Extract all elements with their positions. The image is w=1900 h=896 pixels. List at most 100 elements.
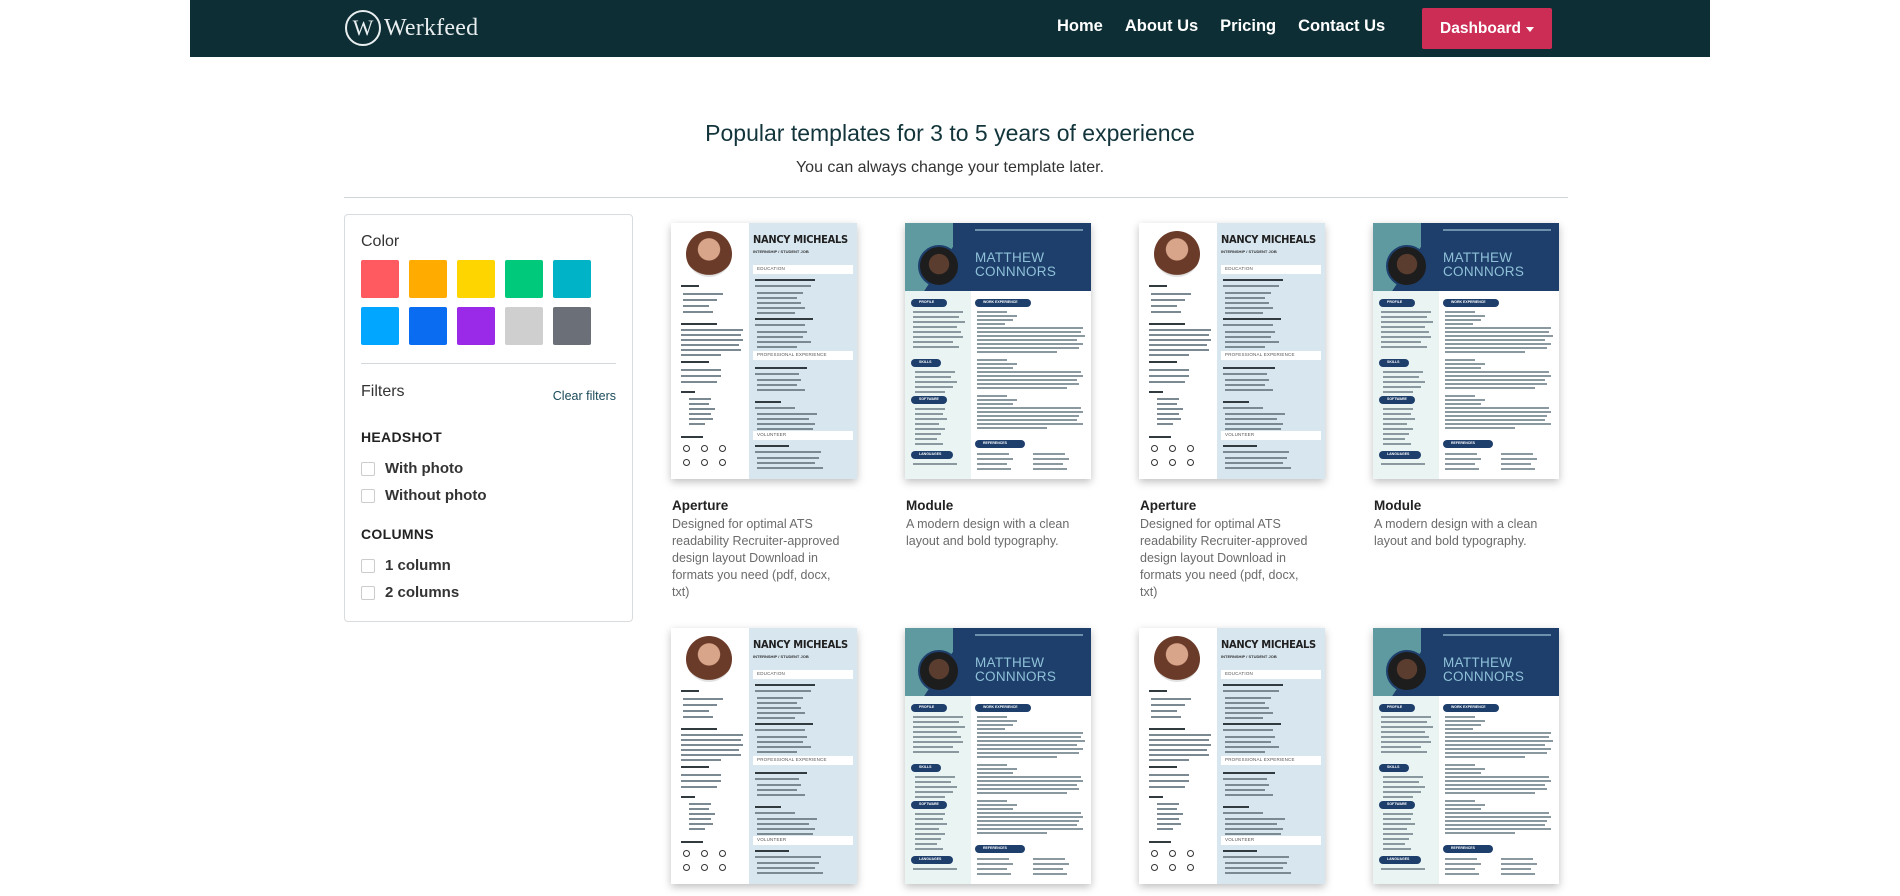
- text-line: [1445, 858, 1477, 860]
- template-thumbnail[interactable]: NANCY MICHEALS INTERNSHIP / STUDENT JOB …: [671, 223, 857, 479]
- template-thumbnail[interactable]: NANCY MICHEALS INTERNSHIP / STUDENT JOB …: [1139, 628, 1325, 884]
- hobby-icon: [719, 864, 726, 871]
- text-line: [683, 704, 717, 706]
- text-line: [915, 418, 947, 420]
- hobby-icon: [701, 445, 708, 452]
- filter-with-photo[interactable]: With photo: [361, 460, 463, 477]
- text-line: [755, 812, 795, 814]
- hobby-icon: [701, 850, 708, 857]
- text-line: [1149, 323, 1185, 325]
- text-line: [1445, 832, 1515, 834]
- text-line: [681, 739, 741, 741]
- text-line: [757, 331, 807, 333]
- resume-section-title: SKILLS: [1387, 765, 1400, 769]
- template-name[interactable]: Module: [906, 498, 953, 513]
- text-line: [757, 741, 803, 743]
- text-line: [1149, 381, 1185, 383]
- checkbox[interactable]: [361, 585, 375, 600]
- checkbox[interactable]: [361, 461, 375, 476]
- text-line: [913, 321, 965, 323]
- template-thumbnail[interactable]: MATTHEW CONNNORS PROFILE WORK EXPERIENCE S…: [905, 223, 1091, 479]
- text-line: [977, 367, 1013, 369]
- text-line: [977, 748, 1083, 750]
- hobby-icon: [719, 445, 726, 452]
- color-swatch-red[interactable]: [361, 260, 399, 298]
- text-line: [1445, 873, 1479, 875]
- text-line: [1225, 346, 1265, 348]
- text-line: [915, 791, 953, 793]
- nav-link-home[interactable]: Home: [1057, 17, 1103, 36]
- color-swatch-blue[interactable]: [409, 307, 447, 345]
- text-line: [1381, 463, 1425, 465]
- columns-group-title: COLUMNS: [361, 526, 434, 542]
- logo-text: Werkfeed: [384, 14, 479, 41]
- template-name[interactable]: Aperture: [672, 498, 728, 513]
- color-swatch-teal[interactable]: [553, 260, 591, 298]
- resume-name: NANCY MICHEALS: [753, 638, 848, 651]
- color-swatch-green[interactable]: [505, 260, 543, 298]
- text-line: [977, 863, 1013, 865]
- color-swatch-yellow[interactable]: [457, 260, 495, 298]
- template-thumbnail[interactable]: MATTHEW CONNNORS PROFILE WORK EXPERIENCE S…: [1373, 628, 1559, 884]
- template-description: Designed for optimal ATS readability Rec…: [1140, 517, 1308, 599]
- brand-logo[interactable]: W Werkfeed: [345, 10, 478, 46]
- template-name[interactable]: Aperture: [1140, 498, 1196, 513]
- nav-link-contact-us[interactable]: Contact Us: [1298, 17, 1385, 36]
- text-line: [1225, 784, 1269, 786]
- color-swatch-orange[interactable]: [409, 260, 447, 298]
- color-swatch-light-gray[interactable]: [505, 307, 543, 345]
- text-line: [1149, 749, 1207, 751]
- resume-section-title: LANGUAGES: [1387, 857, 1410, 861]
- text-line: [1225, 746, 1279, 748]
- text-line: [915, 838, 941, 840]
- nav-link-about-us[interactable]: About Us: [1125, 17, 1198, 36]
- text-line: [977, 740, 1085, 742]
- text-line: [977, 335, 1085, 337]
- color-swatch-purple[interactable]: [457, 307, 495, 345]
- checkbox[interactable]: [361, 558, 375, 573]
- filter-2-columns[interactable]: 2 columns: [361, 584, 459, 601]
- text-line: [757, 462, 815, 464]
- color-swatch-light-blue[interactable]: [361, 307, 399, 345]
- template-thumbnail[interactable]: NANCY MICHEALS INTERNSHIP / STUDENT JOB …: [1139, 223, 1325, 479]
- text-line: [1445, 784, 1545, 786]
- resume-section-pill: REFERENCES: [1443, 845, 1493, 853]
- nav-link-pricing[interactable]: Pricing: [1220, 17, 1276, 36]
- filter-1-column[interactable]: 1 column: [361, 557, 451, 574]
- template-thumbnail[interactable]: NANCY MICHEALS INTERNSHIP / STUDENT JOB …: [671, 628, 857, 884]
- text-line: [755, 324, 805, 326]
- text-line: [1381, 316, 1427, 318]
- text-line: [977, 792, 1067, 794]
- text-line: [1223, 772, 1275, 774]
- text-line: [1501, 873, 1535, 875]
- resume-name: MATTHEW CONNNORS: [975, 251, 1056, 279]
- text-line: [755, 285, 811, 287]
- text-line: [977, 468, 1011, 470]
- text-line: [757, 823, 809, 825]
- text-line: [1501, 453, 1533, 455]
- text-line: [1223, 367, 1275, 369]
- resume-section-title: VOLUNTEER: [1225, 837, 1255, 842]
- text-line: [1223, 856, 1289, 858]
- template-name[interactable]: Module: [1374, 498, 1421, 513]
- text-line: [977, 379, 1077, 381]
- checkbox[interactable]: [361, 488, 375, 503]
- resume-last-name: CONNNORS: [1443, 264, 1525, 279]
- text-line: [757, 746, 811, 748]
- dashboard-label: Dashboard: [1440, 19, 1521, 37]
- text-line: [1151, 293, 1191, 295]
- text-line: [757, 702, 797, 704]
- text-line: [683, 299, 717, 301]
- clear-filters-link[interactable]: Clear filters: [553, 389, 616, 403]
- filter-without-photo[interactable]: Without photo: [361, 487, 486, 504]
- color-swatch-dark-gray[interactable]: [553, 307, 591, 345]
- dashboard-dropdown-button[interactable]: Dashboard: [1422, 8, 1552, 49]
- template-thumbnail[interactable]: MATTHEW CONNNORS PROFILE WORK EXPERIENCE S…: [1373, 223, 1559, 479]
- text-line: [1445, 812, 1549, 814]
- resume-section-pill: SOFTWARE: [1379, 801, 1415, 809]
- resume-section-pill: SKILLS: [1379, 359, 1409, 367]
- text-line: [977, 736, 1081, 738]
- template-thumbnail[interactable]: MATTHEW CONNNORS PROFILE WORK EXPERIENCE S…: [905, 628, 1091, 884]
- text-line: [1225, 717, 1263, 719]
- text-line: [977, 407, 1081, 409]
